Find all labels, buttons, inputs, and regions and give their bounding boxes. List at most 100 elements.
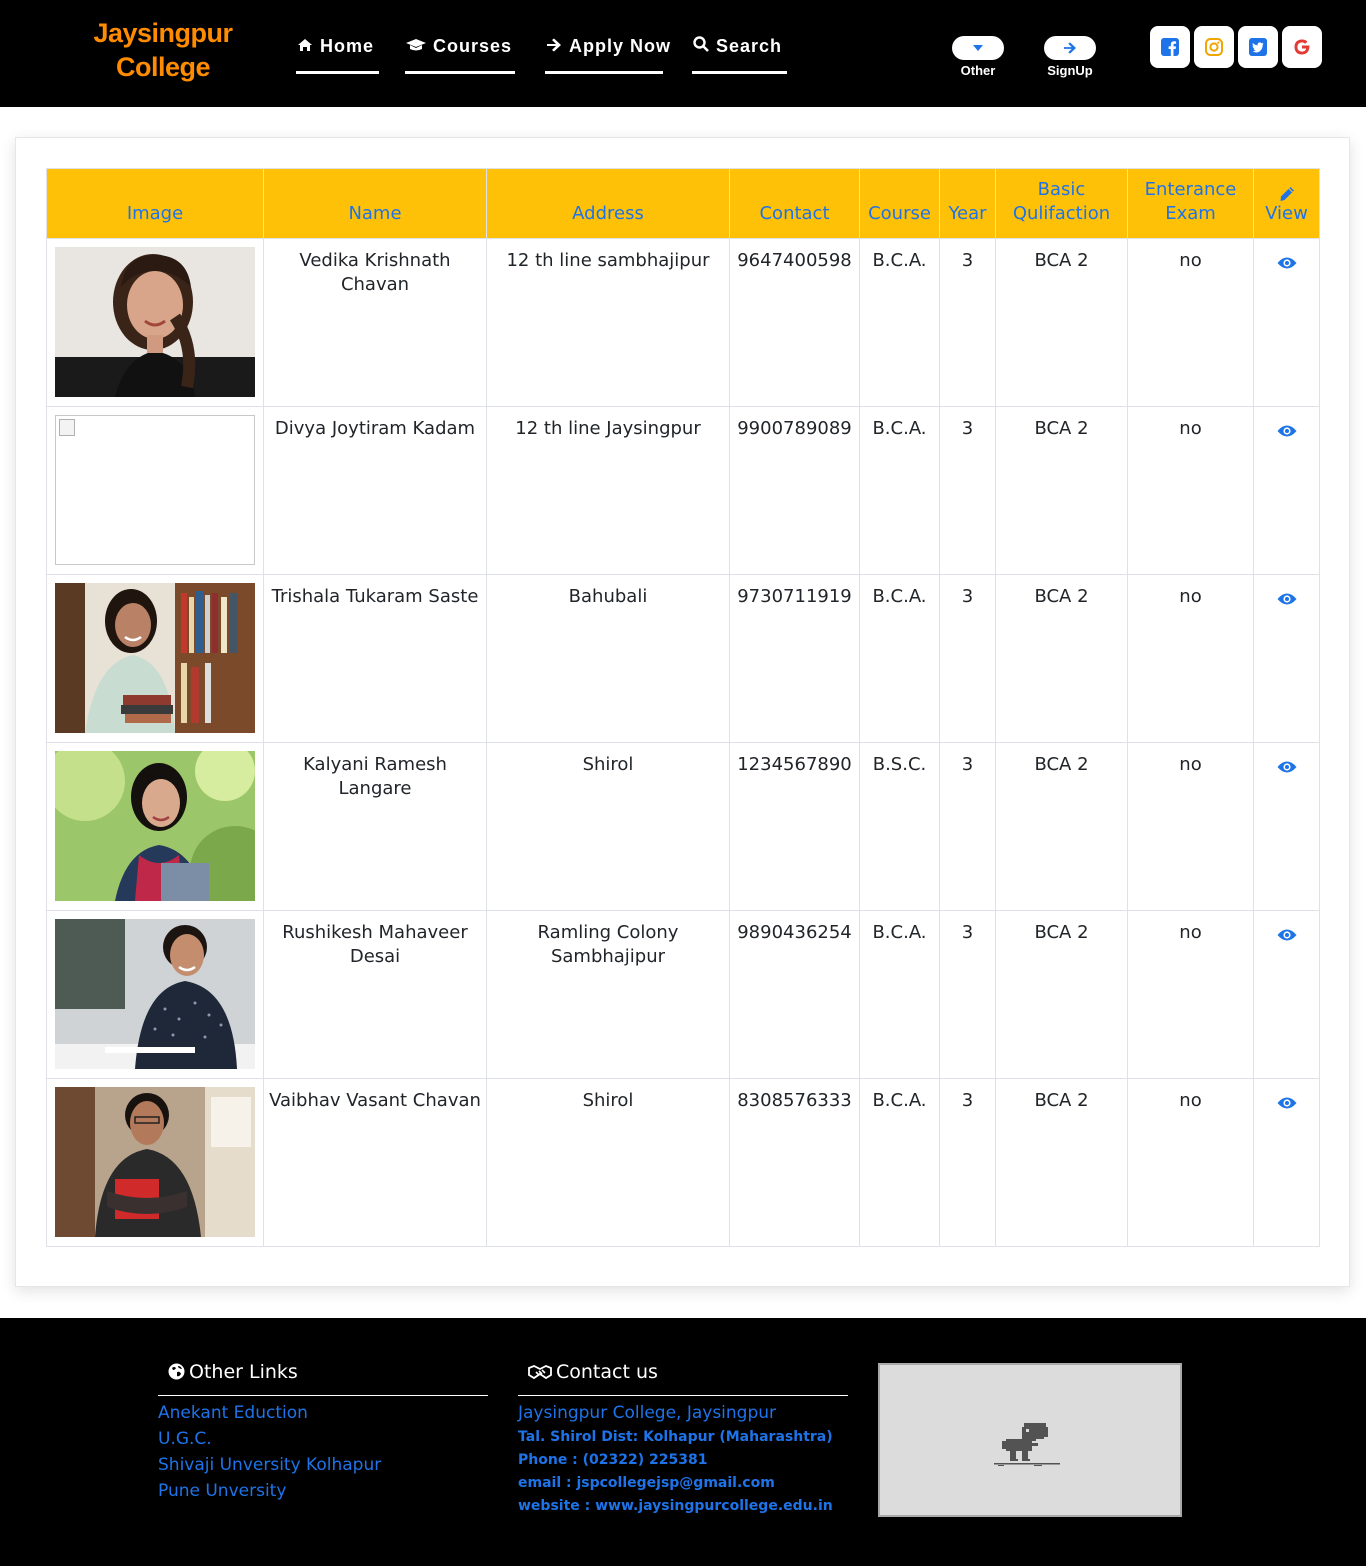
cell-exam: no	[1127, 910, 1254, 1079]
student-photo	[55, 919, 255, 1069]
cell-qualification: BCA 2	[995, 574, 1128, 743]
cell-qualification: BCA 2	[995, 406, 1128, 575]
footer-other-links: Other Links Anekant Eduction U.G.C. Shiv…	[158, 1360, 488, 1504]
google-icon	[1294, 39, 1310, 55]
contact-heading: Contact us	[556, 1361, 658, 1383]
view-eye-icon[interactable]	[1277, 1093, 1297, 1117]
cell-course: B.C.A.	[859, 910, 940, 1079]
cell-address: Bahubali	[486, 574, 730, 743]
cell-exam: no	[1127, 574, 1254, 743]
facebook-icon	[1161, 38, 1179, 56]
table-row: Vaibhav Vasant Chavan Shirol 8308576333 …	[46, 1078, 1320, 1247]
home-icon	[296, 36, 314, 57]
brand-logo[interactable]: Jaysingpur College	[92, 16, 234, 84]
students-table: Image Name Address Contact Course Year B…	[46, 168, 1320, 1247]
nav-apply-label: Apply Now	[569, 36, 671, 56]
contact-phone: Phone : (02322) 225381	[518, 1452, 708, 1468]
other-dropdown-button[interactable]	[952, 36, 1004, 60]
student-photo	[55, 247, 255, 397]
cell-year: 3	[939, 574, 996, 743]
cell-name: Trishala Tukaram Saste	[263, 574, 487, 743]
arrow-right-icon	[545, 36, 563, 57]
table-row: Vedika Krishnath Chavan 12 th line sambh…	[46, 238, 1320, 407]
other-links-list: Anekant Eduction U.G.C. Shivaji Unversit…	[158, 1400, 488, 1504]
cell-address: 12 th line Jaysingpur	[486, 406, 730, 575]
cell-exam: no	[1127, 742, 1254, 911]
google-link[interactable]	[1282, 26, 1322, 68]
cell-name: Vedika Krishnath Chavan	[263, 238, 487, 407]
nav-apply-now[interactable]: Apply Now	[545, 36, 670, 74]
view-eye-icon[interactable]	[1277, 253, 1297, 277]
cell-exam: no	[1127, 238, 1254, 407]
map-embed-offline[interactable]	[878, 1363, 1182, 1517]
cell-address: Shirol	[486, 742, 730, 911]
col-header-course: Course	[859, 168, 940, 239]
other-label: Other	[960, 63, 996, 78]
col-header-view-label: View	[1265, 203, 1308, 224]
view-eye-icon[interactable]	[1277, 925, 1297, 949]
nav-home[interactable]: Home	[296, 36, 379, 74]
broken-image-placeholder	[55, 415, 255, 565]
twitter-link[interactable]	[1238, 26, 1278, 68]
table-row: Divya Joytiram Kadam 12 th line Jaysingp…	[46, 406, 1320, 575]
nav-courses[interactable]: Courses	[405, 36, 515, 74]
cell-contact: 1234567890	[729, 742, 860, 911]
cell-year: 3	[939, 406, 996, 575]
student-photo	[55, 751, 255, 901]
cell-qualification: BCA 2	[995, 238, 1128, 407]
instagram-link[interactable]	[1194, 26, 1234, 68]
facebook-link[interactable]	[1150, 26, 1190, 68]
contact-email[interactable]: email : jspcollegejsp@gmail.com	[518, 1472, 848, 1495]
cell-address: Shirol	[486, 1078, 730, 1247]
col-header-address: Address	[486, 168, 730, 239]
footer-link-anekant[interactable]: Anekant Eduction	[158, 1400, 488, 1426]
signup-button[interactable]	[1044, 36, 1096, 60]
nav-home-label: Home	[320, 36, 375, 56]
contact-website[interactable]: website : www.jaysingpurcollege.edu.in	[518, 1495, 848, 1518]
globe-icon	[168, 1362, 185, 1386]
brand-line-1: Jaysingpur	[93, 18, 233, 48]
cell-course: B.C.A.	[859, 1078, 940, 1247]
search-icon	[692, 36, 710, 57]
nav-search[interactable]: Search	[692, 36, 787, 74]
offline-dino-icon	[994, 1423, 1060, 1466]
view-eye-icon[interactable]	[1277, 757, 1297, 781]
student-photo	[55, 1087, 255, 1237]
contact-address: Tal. Shirol Dist: Kolhapur (Maharashtra)	[518, 1429, 833, 1445]
cell-course: B.C.A.	[859, 406, 940, 575]
table-row: Rushikesh Mahaveer Desai Ramling Colony …	[46, 910, 1320, 1079]
cell-contact: 9730711919	[729, 574, 860, 743]
cell-address: 12 th line sambhajipur	[486, 238, 730, 407]
footer-link-ugc[interactable]: U.G.C.	[158, 1426, 488, 1452]
cell-year: 3	[939, 238, 996, 407]
cell-name: Vaibhav Vasant Chavan	[263, 1078, 487, 1247]
col-header-view: View	[1253, 168, 1320, 239]
contact-college-name: Jaysingpur College, Jaysingpur	[518, 1403, 777, 1423]
arrow-right-icon	[1064, 42, 1076, 54]
view-eye-icon[interactable]	[1277, 589, 1297, 613]
other-links-heading: Other Links	[189, 1361, 298, 1383]
cell-name: Divya Joytiram Kadam	[263, 406, 487, 575]
view-eye-icon[interactable]	[1277, 421, 1297, 445]
nav-search-label: Search	[716, 36, 783, 56]
handshake-icon	[528, 1362, 552, 1386]
cell-contact: 9890436254	[729, 910, 860, 1079]
instagram-icon	[1205, 38, 1223, 56]
caret-down-icon	[973, 45, 983, 51]
cell-name: Rushikesh Mahaveer Desai	[263, 910, 487, 1079]
cell-contact: 9647400598	[729, 238, 860, 407]
col-header-name: Name	[263, 168, 487, 239]
cell-exam: no	[1127, 1078, 1254, 1247]
col-header-image: Image	[46, 168, 264, 239]
twitter-icon	[1249, 38, 1267, 56]
cell-name: Kalyani Ramesh Langare	[263, 742, 487, 911]
footer-link-pune[interactable]: Pune Unversity	[158, 1478, 488, 1504]
table-row: Kalyani Ramesh Langare Shirol 1234567890…	[46, 742, 1320, 911]
footer-link-shivaji[interactable]: Shivaji Unversity Kolhapur	[158, 1452, 488, 1478]
cell-contact: 8308576333	[729, 1078, 860, 1247]
cell-qualification: BCA 2	[995, 742, 1128, 911]
pencil-icon	[1280, 187, 1294, 201]
cell-course: B.S.C.	[859, 742, 940, 911]
cell-contact: 9900789089	[729, 406, 860, 575]
top-navbar: Jaysingpur College Home Courses Apply No…	[0, 0, 1366, 107]
